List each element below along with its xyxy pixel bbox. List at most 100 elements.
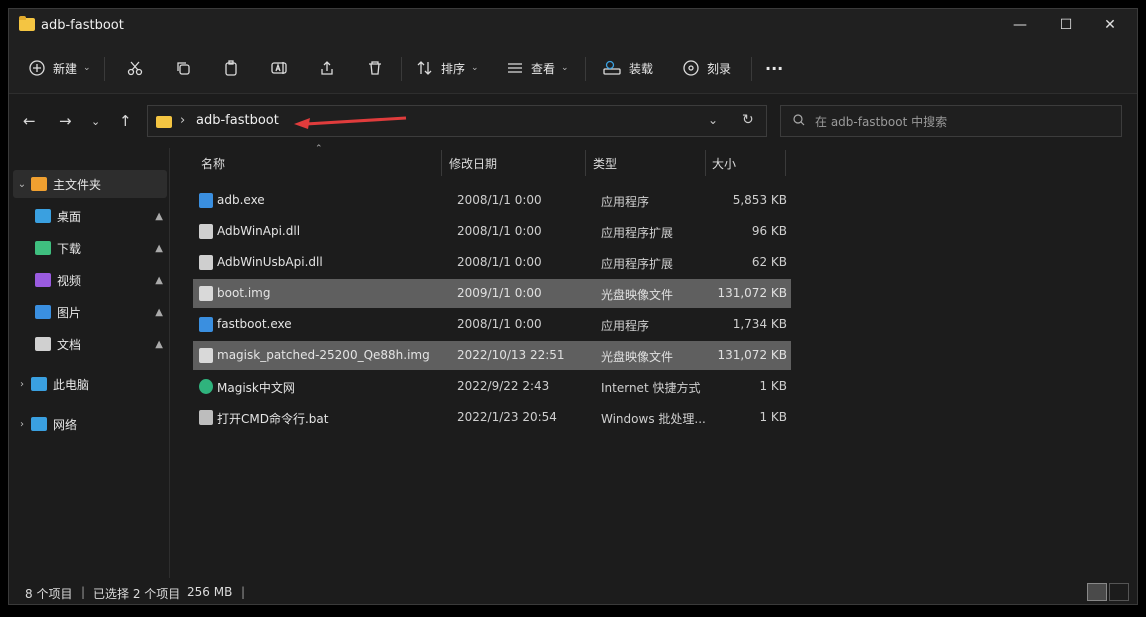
pin-icon[interactable]: ▲ (155, 275, 163, 286)
copy-icon (177, 62, 190, 75)
sidebar-item-label: 下载 (57, 241, 82, 256)
file-modified: 2022/10/13 22:51 (457, 348, 565, 362)
back-icon[interactable]: ← (23, 112, 36, 130)
breadcrumb-current[interactable]: adb-fastboot (196, 113, 279, 128)
pin-icon[interactable]: ▲ (155, 243, 163, 254)
sidebar-item-desktop[interactable]: 桌面 ▲ (35, 202, 167, 230)
refresh-icon[interactable]: ↻ (742, 112, 754, 128)
delete-button[interactable] (367, 55, 383, 81)
sidebar-item-videos[interactable]: 视频 ▲ (35, 266, 167, 294)
file-row[interactable]: Magisk中文网 2022/9/22 2:43 Internet 快捷方式 1 KB (193, 372, 791, 401)
sidebar-item-documents[interactable]: 文档 ▲ (35, 330, 167, 358)
maximize-button[interactable]: ☐ (1043, 9, 1089, 41)
new-label: 新建 (53, 61, 78, 76)
burn-label: 刻录 (707, 61, 732, 76)
tiles-view-icon[interactable] (1109, 583, 1129, 601)
command-bar: 新建 ⌄ 排序 ⌄ 查看 ⌄ 装载 刻录 ··· (9, 43, 1137, 94)
network-icon (31, 417, 47, 431)
details-view-icon[interactable] (1087, 583, 1107, 601)
window-title: adb-fastboot (41, 18, 124, 33)
column-header-modified[interactable]: 修改日期 (449, 148, 497, 178)
chevron-right-icon[interactable]: › (13, 419, 31, 430)
pin-icon[interactable]: ▲ (155, 307, 163, 318)
edge-icon (199, 379, 213, 394)
file-size: 1 KB (759, 410, 787, 424)
clipboard-icon (225, 60, 237, 76)
file-row[interactable]: 打开CMD命令行.bat 2022/1/23 20:54 Windows 批处理..… (193, 403, 791, 432)
share-button[interactable] (319, 55, 335, 81)
file-modified: 2022/1/23 20:54 (457, 410, 557, 424)
burn-button[interactable]: 刻录 (683, 55, 731, 81)
file-row[interactable]: magisk_patched-25200_Qe88h.img 2022/10/13… (193, 341, 791, 370)
file-name: AdbWinApi.dll (217, 224, 301, 238)
recent-locations-icon[interactable]: ⌄ (91, 115, 100, 128)
new-button[interactable]: 新建 ⌄ (29, 55, 91, 81)
sidebar-item-pictures[interactable]: 图片 ▲ (35, 298, 167, 326)
search-icon (793, 114, 805, 126)
column-header-name[interactable]: 名称 (201, 148, 225, 178)
column-header-size[interactable]: 大小 (712, 148, 736, 178)
bat-icon (199, 410, 213, 425)
file-row[interactable]: AdbWinUsbApi.dll 2008/1/1 0:00 应用程序扩展 62 KB (193, 248, 791, 277)
column-header-type[interactable]: 类型 (593, 148, 617, 178)
view-label: 查看 (531, 61, 556, 76)
up-icon[interactable]: ↑ (119, 112, 132, 130)
file-row[interactable]: adb.exe 2008/1/1 0:00 应用程序 5,853 KB (193, 186, 791, 215)
minimize-button[interactable]: — (997, 9, 1043, 41)
file-type: 应用程序 (601, 319, 650, 333)
paste-button[interactable] (223, 55, 239, 81)
folder-icon (19, 16, 35, 31)
sidebar-item-this-pc[interactable]: › 此电脑 (13, 370, 167, 398)
mount-button[interactable]: 装载 (603, 55, 653, 81)
sidebar-item-network[interactable]: › 网络 (13, 410, 167, 438)
disc-image-icon (199, 286, 213, 301)
pin-icon[interactable]: ▲ (155, 339, 163, 350)
forward-icon[interactable]: → (59, 112, 72, 130)
file-type: 应用程序扩展 (601, 257, 674, 271)
chevron-right-icon[interactable]: › (13, 379, 31, 390)
sidebar-item-label: 桌面 (57, 209, 82, 224)
file-type: Internet 快捷方式 (601, 381, 701, 395)
file-type: 应用程序扩展 (601, 226, 674, 240)
explorer-window: adb-fastboot — ☐ ✕ 新建 ⌄ 排序 ⌄ 查看 ⌄ 装载 刻录 … (8, 8, 1138, 605)
exe-icon (199, 193, 213, 208)
search-box[interactable] (780, 105, 1122, 137)
file-size: 5,853 KB (732, 193, 787, 207)
more-options-icon[interactable]: ··· (765, 55, 783, 81)
sidebar-item-home[interactable]: ⌄ 主文件夹 (13, 170, 167, 198)
document-icon (35, 337, 51, 351)
pin-icon[interactable]: ▲ (155, 211, 163, 222)
file-list: ⌃ 名称 修改日期 类型 大小 adb.exe 2008/1/1 0:00 应用程序… (185, 144, 1131, 578)
sidebar-item-downloads[interactable]: 下载 ▲ (35, 234, 167, 262)
address-bar[interactable]: › adb-fastboot ⌄ ↻ (147, 105, 767, 137)
copy-button[interactable] (175, 55, 191, 81)
title-bar: adb-fastboot — ☐ ✕ (9, 9, 1137, 43)
close-button[interactable]: ✕ (1087, 9, 1133, 41)
file-modified: 2022/9/22 2:43 (457, 379, 550, 393)
file-modified: 2008/1/1 0:00 (457, 317, 542, 331)
file-type: 光盘映像文件 (601, 288, 674, 302)
address-dropdown-icon[interactable]: ⌄ (708, 113, 718, 127)
navigation-pane: ⌄ 主文件夹 桌面 ▲ 下载 ▲ 视频 ▲ 图片 ▲ 文档 ▲ › 此电脑 › … (9, 148, 170, 578)
view-button[interactable]: 查看 ⌄ (507, 55, 569, 81)
status-bar: 8 个项目 | 已选择 2 个项目 256 MB | (9, 579, 1137, 605)
status-separator: | (81, 585, 86, 599)
rename-icon (271, 62, 287, 74)
share-icon (321, 61, 333, 75)
breadcrumb-separator: › (180, 113, 186, 128)
file-name: boot.img (217, 286, 271, 300)
cut-button[interactable] (127, 55, 143, 81)
sort-button[interactable]: 排序 ⌄ (417, 55, 479, 81)
search-input[interactable] (813, 111, 1107, 133)
file-row[interactable]: boot.img 2009/1/1 0:00 光盘映像文件 131,072 KB (193, 279, 791, 308)
file-row[interactable]: fastboot.exe 2008/1/1 0:00 应用程序 1,734 KB (193, 310, 791, 339)
file-modified: 2008/1/1 0:00 (457, 255, 542, 269)
scissors-icon (127, 61, 143, 76)
file-name: adb.exe (217, 193, 265, 207)
desktop-icon (35, 209, 51, 223)
file-row[interactable]: AdbWinApi.dll 2008/1/1 0:00 应用程序扩展 96 KB (193, 217, 791, 246)
rename-button[interactable] (271, 55, 287, 81)
chevron-down-icon[interactable]: ⌄ (13, 179, 31, 190)
view-lines-icon (508, 63, 522, 73)
status-separator: | (241, 585, 246, 599)
